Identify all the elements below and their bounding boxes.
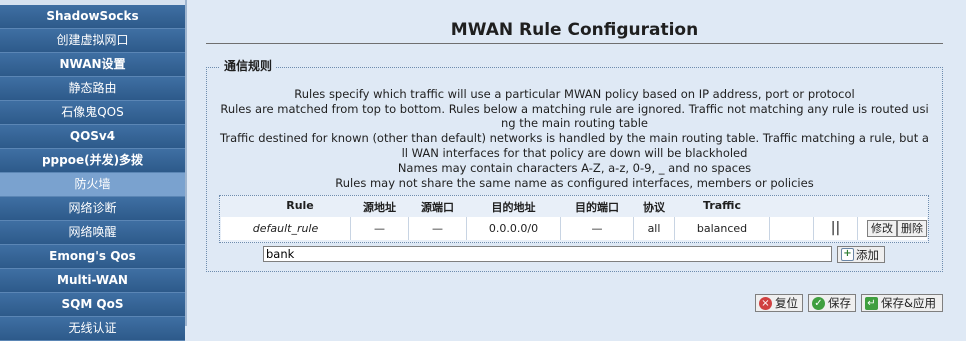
- reset-icon: ×: [759, 297, 772, 310]
- save-button-label: 保存: [828, 296, 851, 310]
- cell-dest-port: —: [561, 217, 634, 240]
- description-line: ng the main routing table: [500, 116, 649, 130]
- nav-create-virtual-interface[interactable]: 创建虚拟网口: [0, 29, 185, 53]
- section-legend: 通信规则: [220, 57, 277, 74]
- description-line: Rules specify which traffic will use a p…: [294, 87, 855, 101]
- column-header-dest-port: 目的端口: [575, 201, 619, 214]
- rules-table: Rule 源地址 源端口 目的地址 目的端口 协议 Traffic defaul…: [219, 195, 929, 243]
- cell-dest-addr: 0.0.0.0/0: [467, 217, 561, 240]
- description-line: Rules are matched from top to bottom. Ru…: [220, 102, 929, 116]
- cell-src-addr: —: [351, 217, 409, 240]
- nav-sqm-qos[interactable]: SQM QoS: [0, 293, 185, 317]
- save-button[interactable]: ✓ 保存: [808, 294, 856, 312]
- sidebar-divider: [185, 0, 187, 326]
- column-header-dest-addr: 目的地址: [491, 201, 536, 214]
- add-icon: +: [841, 248, 854, 261]
- cell-policy: balanced: [675, 217, 770, 240]
- description-line: ll WAN interfaces for that policy are do…: [401, 146, 748, 160]
- save-icon: ✓: [812, 297, 825, 310]
- cell-rule-name: default_rule: [221, 217, 351, 240]
- reorder-handle[interactable]: ||: [814, 217, 858, 240]
- cell-proto: all: [634, 217, 675, 240]
- nav-nwan-settings[interactable]: NWAN设置: [0, 53, 185, 77]
- table-row: default_rule — — 0.0.0.0/0 — all balance…: [221, 217, 927, 240]
- reset-button-label: 复位: [775, 296, 798, 310]
- add-button-label: 添加: [856, 248, 879, 262]
- title-divider: [206, 43, 943, 44]
- column-header-src-port: 源端口: [421, 201, 454, 214]
- nav-emong-qos[interactable]: Emong's Qos: [0, 245, 185, 269]
- nav-pppoe-multidial[interactable]: pppoe(并发)多拨: [0, 149, 185, 173]
- main-content: MWAN Rule Configuration 通信规则 Rules speci…: [188, 0, 966, 326]
- nav-wireless-auth[interactable]: 无线认证: [0, 317, 185, 341]
- add-rule-button[interactable]: + 添加: [837, 246, 885, 263]
- cell-spacer: [770, 217, 814, 240]
- description-line: Traffic destined for known (other than d…: [220, 131, 929, 145]
- nav-qosv4[interactable]: QOSv4: [0, 125, 185, 149]
- nav-network-diagnostics[interactable]: 网络诊断: [0, 197, 185, 221]
- nav-gargoyle-qos[interactable]: 石像鬼QOS: [0, 101, 185, 125]
- nav-static-routes[interactable]: 静态路由: [0, 77, 185, 101]
- sidebar: ShadowSocks 创建虚拟网口 NWAN设置 静态路由 石像鬼QOS QO…: [0, 0, 185, 341]
- apply-icon: ↵: [865, 297, 878, 310]
- nav-shadowsocks[interactable]: ShadowSocks: [0, 5, 185, 29]
- column-header-src-addr: 源地址: [363, 201, 396, 214]
- delete-rule-button[interactable]: 删除: [897, 220, 927, 237]
- new-rule-name-input[interactable]: [263, 246, 832, 262]
- save-apply-button-label: 保存&应用: [881, 296, 936, 310]
- edit-rule-button[interactable]: 修改: [867, 220, 897, 237]
- column-header-rule: Rule: [286, 199, 314, 212]
- column-header-traffic: Traffic: [703, 199, 741, 212]
- nav-multi-wan[interactable]: Multi-WAN: [0, 269, 185, 293]
- column-header-proto: 协议: [643, 201, 665, 214]
- nav-firewall[interactable]: 防火墙: [0, 173, 185, 197]
- description-line: Rules may not share the same name as con…: [335, 176, 814, 190]
- reset-button[interactable]: × 复位: [755, 294, 803, 312]
- description-line: Names may contain characters A-Z, a-z, 0…: [397, 161, 752, 175]
- save-apply-button[interactable]: ↵ 保存&应用: [861, 294, 943, 312]
- cell-src-port: —: [409, 217, 467, 240]
- page-title: MWAN Rule Configuration: [450, 20, 699, 40]
- nav-wake-on-lan[interactable]: 网络唤醒: [0, 221, 185, 245]
